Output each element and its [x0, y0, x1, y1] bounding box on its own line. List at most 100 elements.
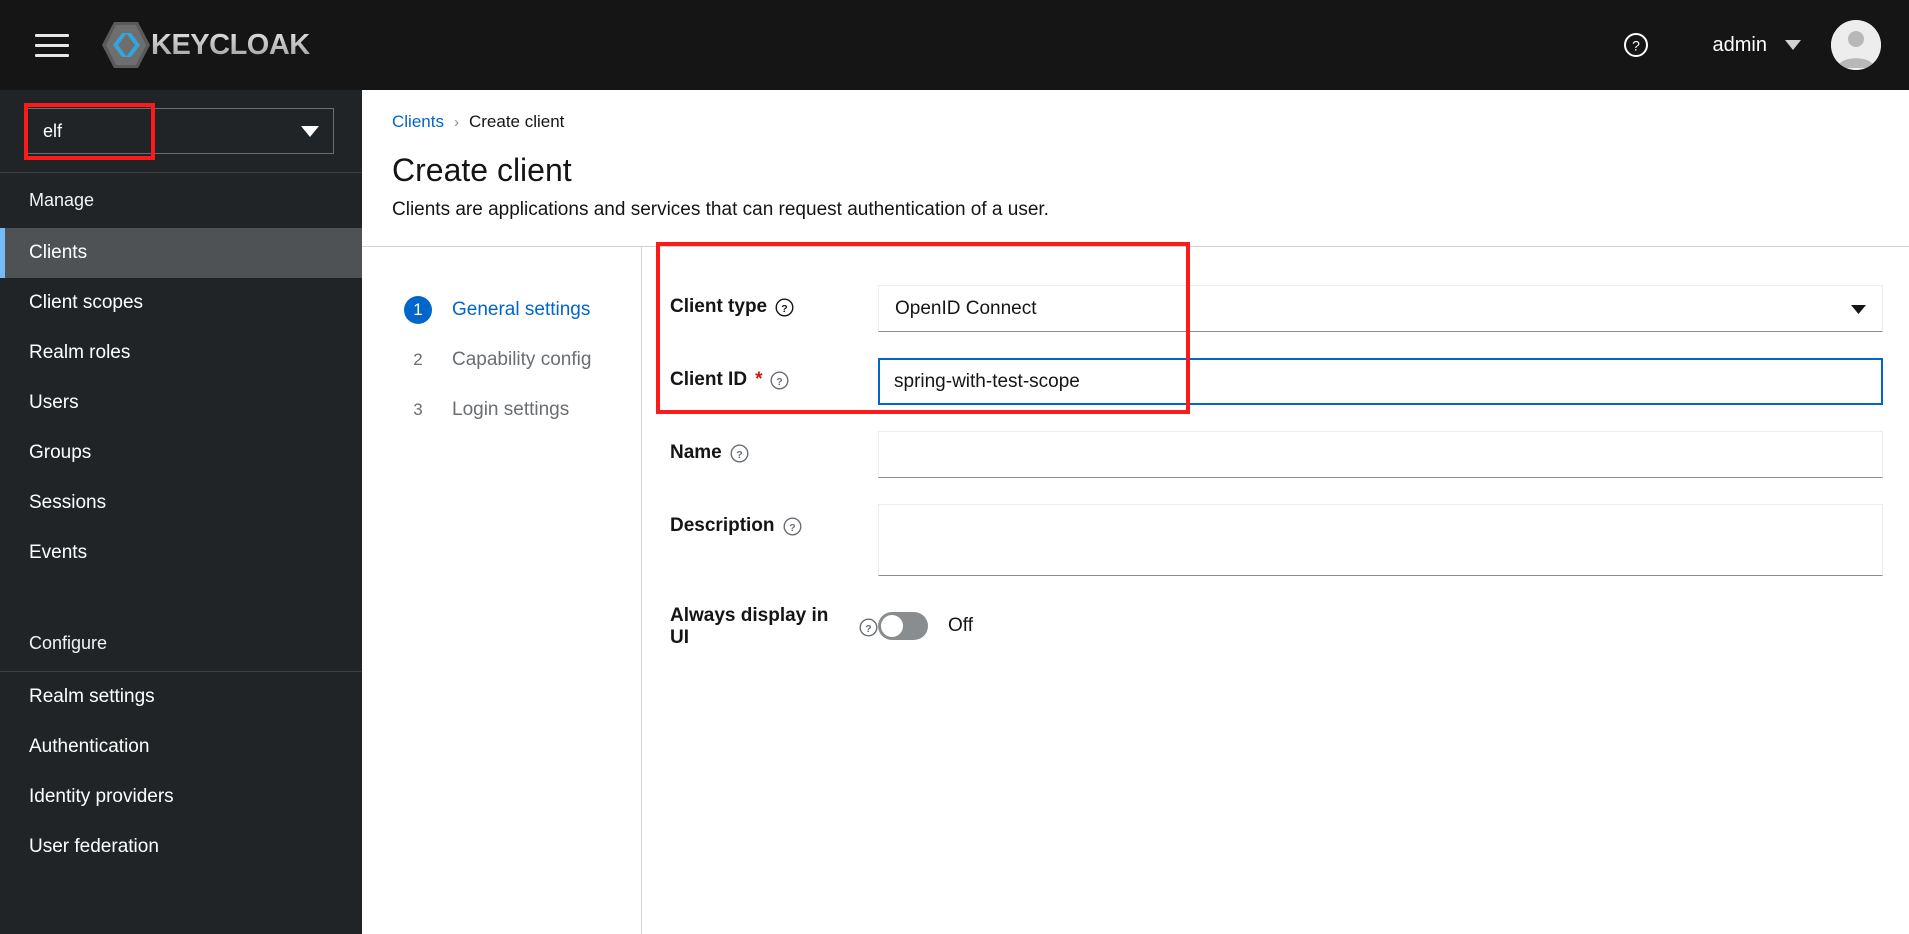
question-circle-outline-icon: ? — [770, 370, 789, 390]
svg-text:?: ? — [1632, 38, 1640, 54]
sidebar-item-events[interactable]: Events — [0, 528, 362, 578]
question-circle-icon: ? — [1623, 33, 1648, 57]
main-content: Clients › Create client Create client Cl… — [362, 90, 1909, 934]
avatar[interactable] — [1831, 20, 1881, 70]
hamburger-bar-icon — [35, 33, 69, 37]
toggle-knob — [881, 614, 903, 637]
sidebar-section-title-configure: Configure — [29, 633, 108, 653]
sidebar-item-identity-providers[interactable]: Identity providers — [0, 772, 362, 822]
nav-toggle-button[interactable] — [23, 23, 81, 67]
wizard-step-capability-config[interactable]: 2 Capability config — [384, 335, 641, 385]
client-type-select[interactable]: OpenID Connect — [878, 285, 1883, 332]
always-display-in-ui-toggle[interactable] — [878, 611, 928, 640]
sidebar-item-label: Authentication — [29, 736, 150, 757]
help-question-icon[interactable]: ? — [859, 617, 878, 637]
sidebar-item-groups[interactable]: Groups — [0, 428, 362, 478]
svg-text:?: ? — [736, 448, 742, 460]
wizard-step-label: Login settings — [452, 399, 570, 420]
client-type-label: Client type — [670, 296, 768, 317]
description-textarea[interactable] — [878, 504, 1883, 576]
sidebar-item-label: Clients — [29, 242, 88, 263]
sidebar-item-label: Sessions — [29, 492, 107, 513]
create-client-wizard: 1 General settings 2 Capability config 3… — [362, 242, 1909, 934]
name-label: Name — [670, 442, 722, 463]
required-marker: * — [755, 369, 763, 390]
caret-down-icon — [301, 125, 319, 137]
svg-text:?: ? — [789, 521, 795, 533]
page-header: Clients › Create client Create client Cl… — [362, 90, 1909, 247]
sidebar-item-realm-settings[interactable]: Realm settings — [0, 672, 362, 722]
realm-selector-value: elf — [43, 120, 63, 141]
sidebar-item-realm-roles[interactable]: Realm roles — [0, 328, 362, 378]
caret-down-icon — [1785, 40, 1801, 50]
breadcrumb: Clients › Create client — [392, 112, 1909, 132]
page-title: Create client — [392, 152, 572, 188]
question-circle-outline-icon: ? — [775, 297, 794, 317]
client-type-label-group: Client type ? — [670, 285, 878, 318]
svg-text:?: ? — [777, 375, 783, 387]
user-menu-caret-icon[interactable] — [1785, 40, 1801, 50]
description-label-group: Description ? — [670, 504, 878, 537]
form-row-description: Description ? — [670, 504, 1883, 576]
client-type-caret-icon — [1851, 298, 1866, 320]
wizard-form-panel: Client type ? OpenID Connect Client ID *… — [642, 242, 1909, 934]
sidebar-group-manage: Manage Clients Client scopes Realm roles… — [0, 173, 362, 578]
form-row-always-display-in-ui: Always display in UI ? Off — [670, 602, 1883, 649]
general-settings-form: Client type ? OpenID Connect Client ID *… — [642, 285, 1909, 649]
always-display-state-text: Off — [948, 614, 973, 636]
help-question-icon[interactable]: ? — [730, 443, 749, 463]
realm-selector[interactable]: elf — [26, 108, 334, 154]
client-type-value: OpenID Connect — [895, 297, 1037, 319]
masthead-actions: ? admin — [1614, 20, 1909, 70]
wizard-step-number: 1 — [404, 296, 432, 324]
sidebar-item-label: Identity providers — [29, 786, 174, 807]
wizard-step-label: Capability config — [452, 349, 592, 370]
sidebar-item-label: Realm settings — [29, 686, 155, 707]
sidebar-group-configure: Configure Realm settings Authentication … — [0, 616, 362, 872]
description-label: Description — [670, 515, 775, 536]
sidebar-item-label: Users — [29, 392, 79, 413]
sidebar: elf Manage Clients Client scopes Realm r… — [0, 90, 362, 934]
brand-text: KEYCLOAK — [151, 28, 310, 61]
question-circle-outline-icon: ? — [859, 617, 878, 637]
sidebar-item-client-scopes[interactable]: Client scopes — [0, 278, 362, 328]
always-display-label: Always display in UI — [670, 605, 829, 648]
help-icon[interactable]: ? — [1614, 23, 1658, 67]
wizard-step-number: 3 — [413, 400, 423, 419]
client-id-label-group: Client ID * ? — [670, 358, 878, 391]
client-id-input[interactable] — [878, 358, 1883, 405]
sidebar-item-sessions[interactable]: Sessions — [0, 478, 362, 528]
svg-text:?: ? — [781, 302, 787, 314]
sidebar-item-user-federation[interactable]: User federation — [0, 822, 362, 872]
form-row-client-id: Client ID * ? — [670, 358, 1883, 405]
brand-logo[interactable]: KEYCLOAK — [99, 18, 310, 72]
sidebar-item-label: User federation — [29, 836, 159, 857]
sidebar-item-clients[interactable]: Clients — [0, 228, 362, 278]
wizard-step-nav: 1 General settings 2 Capability config 3… — [362, 247, 642, 934]
realm-selector-caret-icon — [301, 125, 319, 137]
keycloak-logo-icon — [102, 22, 150, 68]
question-circle-outline-icon: ? — [730, 443, 749, 463]
breadcrumb-separator-icon: › — [453, 113, 459, 131]
name-input[interactable] — [878, 431, 1883, 478]
wizard-step-number: 2 — [413, 350, 423, 369]
wizard-step-login-settings[interactable]: 3 Login settings — [384, 385, 641, 435]
sidebar-item-label: Client scopes — [29, 292, 144, 313]
sidebar-item-users[interactable]: Users — [0, 378, 362, 428]
form-row-client-type: Client type ? OpenID Connect — [670, 285, 1883, 332]
masthead: KEYCLOAK ? admin — [0, 0, 1909, 90]
realm-selector-wrapper: elf — [0, 90, 362, 172]
help-question-icon[interactable]: ? — [775, 297, 794, 317]
sidebar-item-label: Events — [29, 542, 88, 563]
user-menu-label[interactable]: admin — [1713, 34, 1767, 57]
name-label-group: Name ? — [670, 431, 878, 464]
sidebar-item-label: Groups — [29, 442, 92, 463]
breadcrumb-link-clients[interactable]: Clients — [392, 112, 444, 132]
sidebar-item-label: Realm roles — [29, 342, 131, 363]
help-question-icon[interactable]: ? — [770, 370, 789, 390]
wizard-step-general-settings[interactable]: 1 General settings — [384, 285, 641, 335]
help-question-icon[interactable]: ? — [783, 516, 802, 536]
sidebar-item-authentication[interactable]: Authentication — [0, 722, 362, 772]
breadcrumb-current: Create client — [468, 112, 565, 131]
hamburger-bar-icon — [35, 43, 69, 47]
